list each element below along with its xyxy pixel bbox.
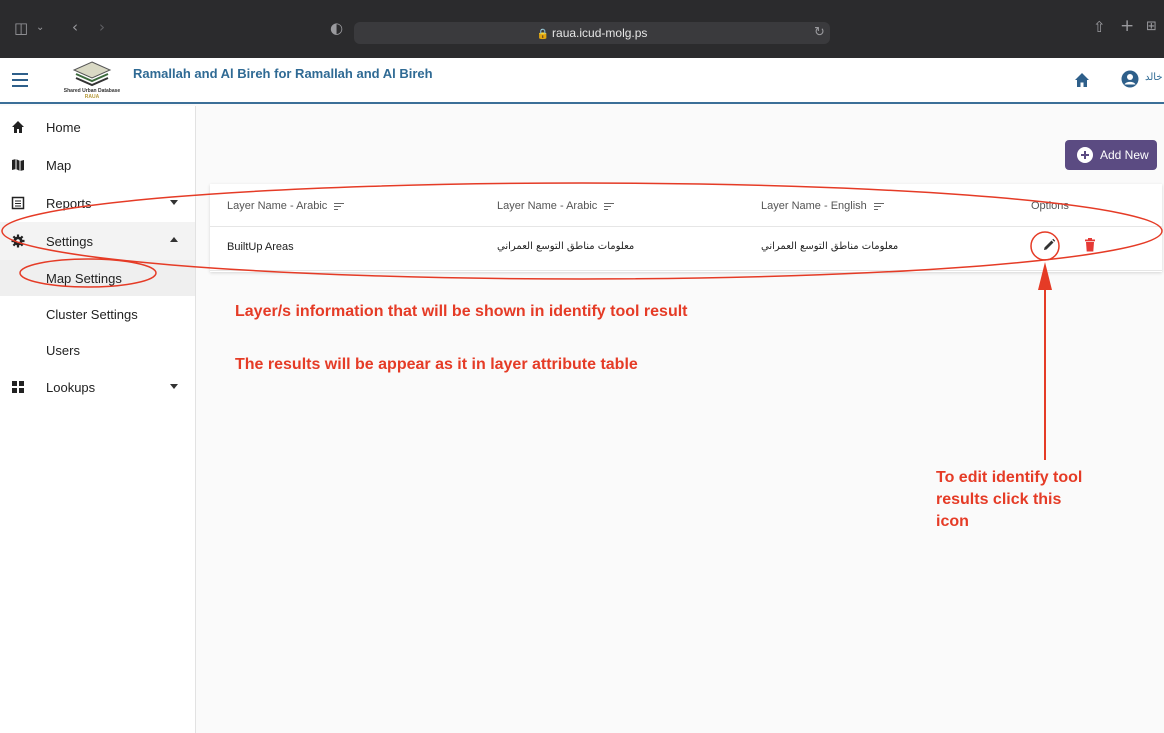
menu-icon[interactable] — [12, 73, 28, 87]
chevron-down-icon[interactable]: ⌄ — [36, 20, 44, 36]
sort-icon[interactable] — [873, 202, 884, 210]
report-icon — [11, 196, 25, 210]
delete-icon[interactable] — [1084, 238, 1096, 252]
sidebar-item-label: Lookups — [46, 380, 96, 395]
sidebar-item-home[interactable]: Home — [0, 108, 195, 146]
account-icon[interactable] — [1121, 70, 1139, 88]
sidebar-item-lookups[interactable]: Lookups — [0, 368, 195, 406]
table-cell: معلومات مناطق التوسع العمراني — [497, 241, 635, 252]
url-text: 🔒 raua.icud-molg.ps — [354, 26, 830, 40]
sort-icon[interactable] — [334, 202, 345, 210]
annotation-text: The results will be appear as it in laye… — [235, 356, 638, 373]
sidebar-item-reports[interactable]: Reports — [0, 184, 195, 222]
lock-icon: 🔒 — [536, 29, 550, 40]
plus-circle-icon — [1077, 147, 1093, 163]
edit-icon[interactable] — [1042, 238, 1056, 252]
app-title: Ramallah and Al Bireh for Ramallah and A… — [133, 66, 433, 81]
url-label: raua.icud-molg.ps — [552, 26, 648, 40]
home-icon[interactable] — [1074, 72, 1090, 88]
sidebar-item-label: Map — [46, 158, 72, 173]
sidebar-item-label: Home — [46, 120, 81, 135]
logo-text: Shared Urban Database RAUA — [63, 88, 121, 100]
column-header[interactable]: Layer Name - Arabic — [227, 200, 345, 212]
sidebar-item-cluster-settings[interactable]: Cluster Settings — [0, 296, 195, 332]
browser-toolbar: ◫ ⌄ ‹ › ◐ 🔒 raua.icud-molg.ps ↻ ⇧ + ⊞ — [0, 0, 1164, 58]
annotation-note: To edit identify tool results click this… — [936, 469, 1083, 530]
sidebar-item-label: Users — [46, 343, 80, 358]
app-logo: Shared Urban Database RAUA — [58, 60, 126, 100]
sidebar-item-map[interactable]: Map — [0, 146, 195, 184]
sidebar-item-settings[interactable]: Settings — [0, 222, 195, 260]
address-bar[interactable]: 🔒 raua.icud-molg.ps ↻ — [354, 22, 830, 44]
annotation-text: Layer/s information that will be shown i… — [235, 303, 688, 320]
chevron-down-icon — [170, 384, 178, 389]
back-icon[interactable]: ‹ — [72, 19, 78, 35]
sidebar-item-users[interactable]: Users — [0, 332, 195, 368]
app-header: Shared Urban Database RAUA Ramallah and … — [0, 58, 1164, 104]
language-label[interactable]: خالد — [1145, 72, 1163, 83]
sidebar-item-label: Reports — [46, 196, 92, 211]
sort-icon[interactable] — [604, 202, 615, 210]
sidebar-item-label: Settings — [46, 234, 93, 249]
chevron-down-icon — [170, 200, 178, 205]
share-icon[interactable]: ⇧ — [1093, 19, 1106, 35]
home-icon — [12, 121, 24, 133]
chevron-up-icon — [170, 237, 178, 242]
gear-icon — [11, 234, 25, 248]
reload-icon[interactable]: ↻ — [814, 25, 825, 41]
sidebar-item-map-settings[interactable]: Map Settings — [0, 260, 195, 296]
divider — [210, 270, 1162, 271]
table-cell: معلومات مناطق التوسع العمراني — [761, 241, 899, 252]
add-new-button[interactable]: Add New — [1065, 140, 1157, 170]
divider — [210, 226, 1162, 227]
column-header[interactable]: Layer Name - Arabic — [497, 200, 615, 212]
sidebar-toggle-icon[interactable]: ◫ — [14, 20, 28, 36]
column-header-options: Options — [1031, 200, 1069, 212]
add-new-label: Add New — [1100, 148, 1149, 162]
forward-icon[interactable]: › — [99, 19, 105, 35]
sidebar-item-label: Map Settings — [46, 271, 122, 286]
layers-table: Layer Name - Arabic Layer Name - Arabic … — [210, 184, 1162, 272]
grid-icon — [12, 381, 24, 393]
sidebar: Home Map Reports Settings Map Settings C… — [0, 106, 196, 733]
shield-icon[interactable]: ◐ — [330, 20, 343, 36]
map-icon — [12, 159, 24, 171]
new-tab-icon[interactable]: + — [1120, 18, 1134, 35]
sidebar-item-label: Cluster Settings — [46, 307, 138, 322]
tab-overview-icon[interactable]: ⊞ — [1146, 19, 1157, 35]
column-header[interactable]: Layer Name - English — [761, 200, 884, 212]
table-cell: BuiltUp Areas — [227, 241, 294, 253]
